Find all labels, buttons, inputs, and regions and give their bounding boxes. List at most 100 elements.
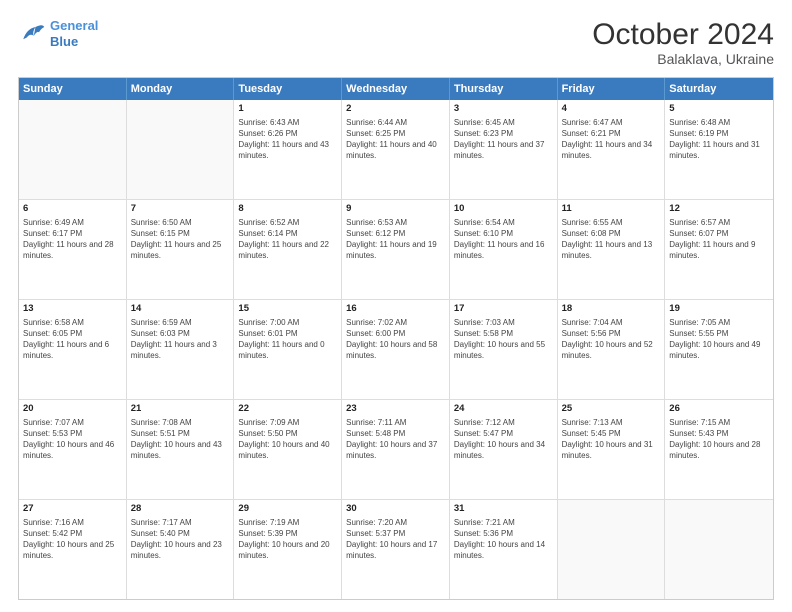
day-number: 11 xyxy=(562,203,661,216)
cell-info: Sunrise: 7:02 AM Sunset: 6:00 PM Dayligh… xyxy=(346,317,445,362)
day-number: 9 xyxy=(346,203,445,216)
calendar-cell: 2Sunrise: 6:44 AM Sunset: 6:25 PM Daylig… xyxy=(342,100,450,199)
cell-info: Sunrise: 7:13 AM Sunset: 5:45 PM Dayligh… xyxy=(562,417,661,462)
logo: General Blue xyxy=(18,18,98,49)
calendar-cell: 3Sunrise: 6:45 AM Sunset: 6:23 PM Daylig… xyxy=(450,100,558,199)
header-cell-sunday: Sunday xyxy=(19,78,127,100)
header-cell-friday: Friday xyxy=(558,78,666,100)
cell-info: Sunrise: 7:00 AM Sunset: 6:01 PM Dayligh… xyxy=(238,317,337,362)
day-number: 26 xyxy=(669,403,769,416)
calendar-row-0: 1Sunrise: 6:43 AM Sunset: 6:26 PM Daylig… xyxy=(19,100,773,199)
header-cell-saturday: Saturday xyxy=(665,78,773,100)
cell-info: Sunrise: 6:59 AM Sunset: 6:03 PM Dayligh… xyxy=(131,317,230,362)
calendar-cell: 5Sunrise: 6:48 AM Sunset: 6:19 PM Daylig… xyxy=(665,100,773,199)
day-number: 19 xyxy=(669,303,769,316)
calendar-cell: 17Sunrise: 7:03 AM Sunset: 5:58 PM Dayli… xyxy=(450,300,558,399)
cell-info: Sunrise: 6:49 AM Sunset: 6:17 PM Dayligh… xyxy=(23,217,122,262)
calendar-cell: 24Sunrise: 7:12 AM Sunset: 5:47 PM Dayli… xyxy=(450,400,558,499)
day-number: 16 xyxy=(346,303,445,316)
calendar-cell: 20Sunrise: 7:07 AM Sunset: 5:53 PM Dayli… xyxy=(19,400,127,499)
cell-info: Sunrise: 7:04 AM Sunset: 5:56 PM Dayligh… xyxy=(562,317,661,362)
cell-info: Sunrise: 6:52 AM Sunset: 6:14 PM Dayligh… xyxy=(238,217,337,262)
cell-info: Sunrise: 6:58 AM Sunset: 6:05 PM Dayligh… xyxy=(23,317,122,362)
calendar-cell: 31Sunrise: 7:21 AM Sunset: 5:36 PM Dayli… xyxy=(450,500,558,599)
day-number: 15 xyxy=(238,303,337,316)
day-number: 10 xyxy=(454,203,553,216)
cell-info: Sunrise: 7:21 AM Sunset: 5:36 PM Dayligh… xyxy=(454,517,553,562)
calendar-cell: 1Sunrise: 6:43 AM Sunset: 6:26 PM Daylig… xyxy=(234,100,342,199)
calendar-cell: 8Sunrise: 6:52 AM Sunset: 6:14 PM Daylig… xyxy=(234,200,342,299)
day-number: 3 xyxy=(454,103,553,116)
calendar-row-1: 6Sunrise: 6:49 AM Sunset: 6:17 PM Daylig… xyxy=(19,199,773,299)
calendar-cell: 19Sunrise: 7:05 AM Sunset: 5:55 PM Dayli… xyxy=(665,300,773,399)
cell-info: Sunrise: 7:15 AM Sunset: 5:43 PM Dayligh… xyxy=(669,417,769,462)
day-number: 4 xyxy=(562,103,661,116)
cell-info: Sunrise: 7:07 AM Sunset: 5:53 PM Dayligh… xyxy=(23,417,122,462)
calendar-body: 1Sunrise: 6:43 AM Sunset: 6:26 PM Daylig… xyxy=(19,100,773,599)
cell-info: Sunrise: 6:50 AM Sunset: 6:15 PM Dayligh… xyxy=(131,217,230,262)
day-number: 5 xyxy=(669,103,769,116)
calendar-cell: 25Sunrise: 7:13 AM Sunset: 5:45 PM Dayli… xyxy=(558,400,666,499)
day-number: 7 xyxy=(131,203,230,216)
header-cell-wednesday: Wednesday xyxy=(342,78,450,100)
day-number: 6 xyxy=(23,203,122,216)
month-title: October 2024 xyxy=(592,18,774,51)
calendar-cell xyxy=(19,100,127,199)
header: General Blue October 2024 Balaklava, Ukr… xyxy=(18,18,774,67)
calendar-cell: 15Sunrise: 7:00 AM Sunset: 6:01 PM Dayli… xyxy=(234,300,342,399)
logo-icon xyxy=(18,20,46,48)
cell-info: Sunrise: 6:45 AM Sunset: 6:23 PM Dayligh… xyxy=(454,117,553,162)
cell-info: Sunrise: 6:47 AM Sunset: 6:21 PM Dayligh… xyxy=(562,117,661,162)
calendar-cell: 13Sunrise: 6:58 AM Sunset: 6:05 PM Dayli… xyxy=(19,300,127,399)
day-number: 25 xyxy=(562,403,661,416)
calendar-cell: 21Sunrise: 7:08 AM Sunset: 5:51 PM Dayli… xyxy=(127,400,235,499)
day-number: 28 xyxy=(131,503,230,516)
day-number: 17 xyxy=(454,303,553,316)
calendar-cell: 29Sunrise: 7:19 AM Sunset: 5:39 PM Dayli… xyxy=(234,500,342,599)
calendar-cell xyxy=(127,100,235,199)
calendar-cell: 14Sunrise: 6:59 AM Sunset: 6:03 PM Dayli… xyxy=(127,300,235,399)
cell-info: Sunrise: 7:09 AM Sunset: 5:50 PM Dayligh… xyxy=(238,417,337,462)
cell-info: Sunrise: 6:53 AM Sunset: 6:12 PM Dayligh… xyxy=(346,217,445,262)
day-number: 24 xyxy=(454,403,553,416)
day-number: 30 xyxy=(346,503,445,516)
calendar-cell: 16Sunrise: 7:02 AM Sunset: 6:00 PM Dayli… xyxy=(342,300,450,399)
logo-text: General Blue xyxy=(50,18,98,49)
cell-info: Sunrise: 6:44 AM Sunset: 6:25 PM Dayligh… xyxy=(346,117,445,162)
cell-info: Sunrise: 7:11 AM Sunset: 5:48 PM Dayligh… xyxy=(346,417,445,462)
cell-info: Sunrise: 7:08 AM Sunset: 5:51 PM Dayligh… xyxy=(131,417,230,462)
day-number: 18 xyxy=(562,303,661,316)
calendar-cell: 7Sunrise: 6:50 AM Sunset: 6:15 PM Daylig… xyxy=(127,200,235,299)
day-number: 12 xyxy=(669,203,769,216)
header-cell-tuesday: Tuesday xyxy=(234,78,342,100)
cell-info: Sunrise: 6:43 AM Sunset: 6:26 PM Dayligh… xyxy=(238,117,337,162)
calendar-cell: 23Sunrise: 7:11 AM Sunset: 5:48 PM Dayli… xyxy=(342,400,450,499)
header-cell-thursday: Thursday xyxy=(450,78,558,100)
header-cell-monday: Monday xyxy=(127,78,235,100)
cell-info: Sunrise: 6:55 AM Sunset: 6:08 PM Dayligh… xyxy=(562,217,661,262)
calendar-cell xyxy=(558,500,666,599)
day-number: 2 xyxy=(346,103,445,116)
cell-info: Sunrise: 6:54 AM Sunset: 6:10 PM Dayligh… xyxy=(454,217,553,262)
calendar-cell: 10Sunrise: 6:54 AM Sunset: 6:10 PM Dayli… xyxy=(450,200,558,299)
location: Balaklava, Ukraine xyxy=(592,51,774,67)
calendar-cell: 30Sunrise: 7:20 AM Sunset: 5:37 PM Dayli… xyxy=(342,500,450,599)
title-block: October 2024 Balaklava, Ukraine xyxy=(592,18,774,67)
calendar-cell: 22Sunrise: 7:09 AM Sunset: 5:50 PM Dayli… xyxy=(234,400,342,499)
calendar-cell: 18Sunrise: 7:04 AM Sunset: 5:56 PM Dayli… xyxy=(558,300,666,399)
day-number: 1 xyxy=(238,103,337,116)
calendar-row-3: 20Sunrise: 7:07 AM Sunset: 5:53 PM Dayli… xyxy=(19,399,773,499)
day-number: 21 xyxy=(131,403,230,416)
calendar-cell: 26Sunrise: 7:15 AM Sunset: 5:43 PM Dayli… xyxy=(665,400,773,499)
cell-info: Sunrise: 7:12 AM Sunset: 5:47 PM Dayligh… xyxy=(454,417,553,462)
day-number: 20 xyxy=(23,403,122,416)
page: General Blue October 2024 Balaklava, Ukr… xyxy=(0,0,792,612)
cell-info: Sunrise: 7:16 AM Sunset: 5:42 PM Dayligh… xyxy=(23,517,122,562)
day-number: 23 xyxy=(346,403,445,416)
calendar: SundayMondayTuesdayWednesdayThursdayFrid… xyxy=(18,77,774,600)
day-number: 14 xyxy=(131,303,230,316)
calendar-cell: 28Sunrise: 7:17 AM Sunset: 5:40 PM Dayli… xyxy=(127,500,235,599)
day-number: 31 xyxy=(454,503,553,516)
day-number: 27 xyxy=(23,503,122,516)
calendar-header: SundayMondayTuesdayWednesdayThursdayFrid… xyxy=(19,78,773,100)
